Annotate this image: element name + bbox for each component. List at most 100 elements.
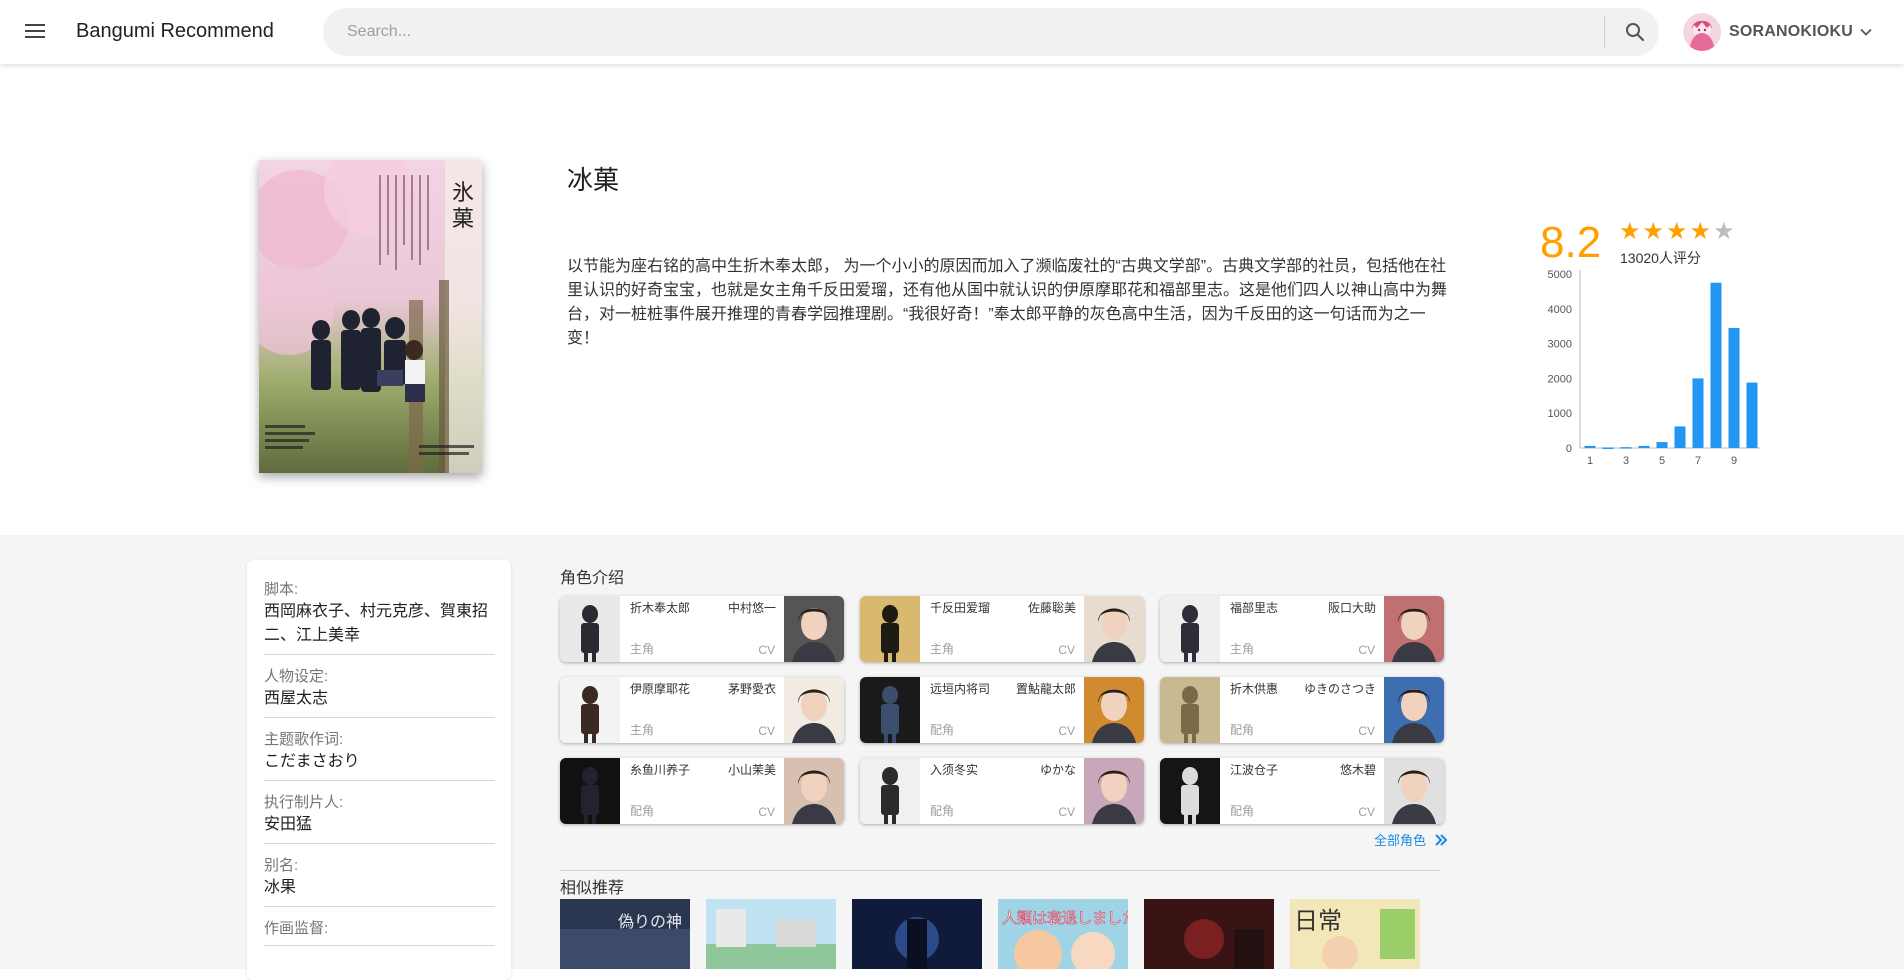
similar-item[interactable] (1144, 899, 1274, 969)
character-image (1160, 758, 1220, 824)
cv-label: CV (1358, 643, 1375, 657)
character-name: 伊原摩耶花 (630, 682, 691, 696)
voice-actor-photo (784, 677, 844, 743)
character-role: 主角 (630, 723, 655, 737)
voice-actor-photo (1084, 758, 1144, 824)
voice-actor-photo (1384, 677, 1444, 743)
app-title[interactable]: Bangumi Recommend (76, 20, 274, 43)
info-label: 别名: (264, 857, 299, 874)
voice-actor-name: ゆかな (1039, 763, 1076, 777)
info-value (264, 939, 495, 946)
character-name: 江波仓子 (1230, 763, 1279, 777)
character-name: 远垣内将司 (930, 682, 991, 696)
character-image (860, 758, 920, 824)
rating-distribution-chart: 5000 4000 3000 2000 1000 0 1 3 5 7 9 (1548, 269, 1760, 467)
search-button[interactable] (1617, 14, 1653, 50)
star-icon: ★ (1642, 218, 1667, 245)
top-app-bar: Bangumi Recommend SORANOKIOKU (0, 0, 1904, 64)
similar-item[interactable]: 日常 (1290, 899, 1420, 969)
character-role: 主角 (630, 642, 655, 656)
similar-item[interactable] (852, 899, 982, 969)
character-role: 主角 (1230, 642, 1255, 656)
character-card[interactable]: 远垣内将司 置鮎龍太郎 配角 CV (860, 677, 1144, 743)
y-tick-label: 5000 (1548, 269, 1572, 281)
info-row: 人物设定: 西屋太志 (247, 655, 511, 718)
voice-actor-name: 悠木碧 (1339, 763, 1376, 777)
similar-item[interactable] (706, 899, 836, 969)
character-role: 主角 (930, 642, 955, 656)
character-card[interactable]: 江波仓子 悠木碧 配角 CV (1160, 758, 1444, 824)
character-role: 配角 (930, 723, 955, 737)
voice-actor-photo (784, 596, 844, 662)
cv-label: CV (1358, 724, 1375, 738)
poster-title-char-1: 氷 (452, 181, 474, 206)
search-divider (1604, 16, 1605, 48)
character-card[interactable]: 千反田爱瑠 佐藤聡美 主角 CV (860, 596, 1144, 662)
y-tick-label: 3000 (1548, 339, 1572, 351)
info-label: 主题歌作词: (264, 731, 344, 748)
rating-bar (1728, 327, 1740, 448)
character-card[interactable]: 折木供惠 ゆきのさつき 配角 CV (1160, 677, 1444, 743)
voice-actor-photo (1084, 596, 1144, 662)
character-image (560, 758, 620, 824)
y-tick-label: 0 (1566, 443, 1572, 455)
character-name: 福部里志 (1230, 601, 1279, 615)
poster-title-char-2: 菓 (452, 207, 474, 232)
user-menu[interactable]: SORANOKIOKU (1683, 12, 1873, 52)
voice-actor-name: ゆきのさつき (1303, 682, 1376, 696)
cv-label: CV (1058, 805, 1075, 819)
character-card[interactable]: 福部里志 阪口大助 主角 CV (1160, 596, 1444, 662)
y-tick-label: 4000 (1548, 304, 1572, 316)
anime-poster[interactable]: 氷 菓 (259, 160, 482, 473)
character-card[interactable]: 折木奉太郎 中村悠一 主角 CV (560, 596, 844, 662)
rating-bar (1638, 445, 1650, 448)
similar-item[interactable]: 偽りの神 (560, 899, 690, 969)
info-label: 执行制片人: (264, 794, 344, 811)
search-icon (1626, 23, 1645, 42)
anime-summary: 以节能为座右铭的高中生折木奉太郎， 为一个小小的原因而加入了濒临废社的“古典文学… (567, 258, 1448, 347)
x-tick-label: 3 (1623, 455, 1629, 467)
character-image (560, 677, 620, 743)
x-tick-label: 9 (1731, 455, 1737, 467)
info-value: 西岡麻衣子、村元克彦、賀東招二、江上美幸 (264, 600, 495, 655)
all-characters-link[interactable]: 全部角色 (1374, 830, 1448, 849)
info-value: 安田猛 (264, 813, 495, 844)
cover-text: 偽りの神 (618, 912, 682, 931)
rating-bar (1602, 447, 1614, 449)
star-empty-icon: ★ (1713, 218, 1737, 245)
x-tick-label: 5 (1659, 455, 1665, 467)
voice-actor-photo (1084, 677, 1144, 743)
divider (560, 870, 1440, 871)
character-name: 糸鱼川养子 (630, 763, 691, 777)
character-name: 千反田爱瑠 (930, 601, 991, 615)
voice-actor-name: 茅野愛衣 (727, 682, 776, 696)
info-label: 人物设定: (264, 668, 329, 685)
info-label: 作画监督: (264, 920, 329, 937)
search-input[interactable] (347, 8, 1627, 56)
voice-actor-name: 佐藤聡美 (1027, 601, 1076, 615)
rating-bar (1692, 378, 1704, 448)
character-name: 入须冬实 (930, 763, 979, 777)
character-card[interactable]: 入须冬实 ゆかな 配角 CV (860, 758, 1144, 824)
info-card: 脚本: 西岡麻衣子、村元克彦、賀東招二、江上美幸 人物设定: 西屋太志 主题歌作… (247, 560, 511, 980)
star-icon: ★ (1666, 218, 1690, 245)
info-row: 脚本: 西岡麻衣子、村元克彦、賀東招二、江上美幸 (247, 560, 511, 655)
voice-actor-photo (784, 758, 844, 824)
info-value: 冰果 (264, 876, 495, 907)
avatar (1683, 13, 1721, 51)
rating-bar (1746, 382, 1758, 448)
menu-icon[interactable] (22, 20, 48, 44)
rating-bar (1674, 426, 1686, 448)
character-image (860, 596, 920, 662)
info-value: 西屋太志 (264, 687, 495, 718)
search-bar (323, 8, 1659, 56)
character-card[interactable]: 伊原摩耶花 茅野愛衣 主角 CV (560, 677, 844, 743)
similar-item[interactable]: 人類は衰退しました (998, 899, 1128, 969)
character-card[interactable]: 糸鱼川养子 小山茉美 配角 CV (560, 758, 844, 824)
star-icon: ★ (1619, 218, 1643, 245)
info-row: 主题歌作词: こだまさおり (247, 718, 511, 781)
rating-bar (1656, 442, 1668, 448)
voice-actor-photo (1384, 596, 1444, 662)
characters-section-title: 角色介绍 (560, 570, 625, 587)
rating-bar (1710, 282, 1722, 448)
